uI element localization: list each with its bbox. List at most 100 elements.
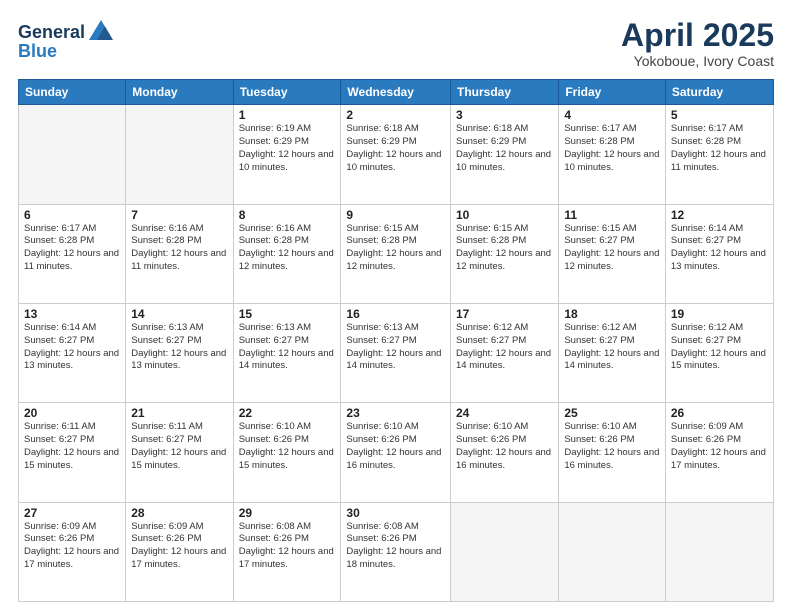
day-info: Sunrise: 6:09 AMSunset: 6:26 PMDaylight:… [671, 421, 768, 472]
day-info: Sunrise: 6:14 AMSunset: 6:27 PMDaylight:… [24, 322, 120, 373]
day-number: 9 [346, 208, 445, 222]
day-info: Sunrise: 6:10 AMSunset: 6:26 PMDaylight:… [346, 421, 445, 472]
calendar-body: 1Sunrise: 6:19 AMSunset: 6:29 PMDaylight… [19, 105, 774, 602]
day-info: Sunrise: 6:16 AMSunset: 6:28 PMDaylight:… [239, 223, 336, 274]
day-cell: 5Sunrise: 6:17 AMSunset: 6:28 PMDaylight… [665, 105, 773, 204]
day-number: 2 [346, 108, 445, 122]
col-tuesday: Tuesday [233, 80, 341, 105]
header: General Blue April 2025 Yokoboue, Ivory … [18, 18, 774, 69]
day-number: 16 [346, 307, 445, 321]
day-number: 1 [239, 108, 336, 122]
day-number: 6 [24, 208, 120, 222]
main-title: April 2025 [621, 18, 774, 53]
day-cell: 30Sunrise: 6:08 AMSunset: 6:26 PMDayligh… [341, 502, 451, 601]
day-info: Sunrise: 6:13 AMSunset: 6:27 PMDaylight:… [131, 322, 227, 373]
day-info: Sunrise: 6:15 AMSunset: 6:28 PMDaylight:… [346, 223, 445, 274]
day-cell: 8Sunrise: 6:16 AMSunset: 6:28 PMDaylight… [233, 204, 341, 303]
day-cell [559, 502, 666, 601]
day-info: Sunrise: 6:15 AMSunset: 6:27 PMDaylight:… [564, 223, 660, 274]
day-number: 8 [239, 208, 336, 222]
day-number: 24 [456, 406, 553, 420]
day-number: 15 [239, 307, 336, 321]
day-cell: 16Sunrise: 6:13 AMSunset: 6:27 PMDayligh… [341, 303, 451, 402]
day-number: 13 [24, 307, 120, 321]
day-cell: 28Sunrise: 6:09 AMSunset: 6:26 PMDayligh… [126, 502, 233, 601]
day-info: Sunrise: 6:18 AMSunset: 6:29 PMDaylight:… [346, 123, 445, 174]
day-cell: 26Sunrise: 6:09 AMSunset: 6:26 PMDayligh… [665, 403, 773, 502]
title-block: April 2025 Yokoboue, Ivory Coast [621, 18, 774, 69]
day-cell: 3Sunrise: 6:18 AMSunset: 6:29 PMDaylight… [451, 105, 559, 204]
day-cell: 4Sunrise: 6:17 AMSunset: 6:28 PMDaylight… [559, 105, 666, 204]
calendar-header: Sunday Monday Tuesday Wednesday Thursday… [19, 80, 774, 105]
day-info: Sunrise: 6:10 AMSunset: 6:26 PMDaylight:… [564, 421, 660, 472]
day-info: Sunrise: 6:09 AMSunset: 6:26 PMDaylight:… [24, 521, 120, 572]
col-thursday: Thursday [451, 80, 559, 105]
day-number: 19 [671, 307, 768, 321]
page: General Blue April 2025 Yokoboue, Ivory … [0, 0, 792, 612]
day-cell [665, 502, 773, 601]
weekday-row: Sunday Monday Tuesday Wednesday Thursday… [19, 80, 774, 105]
day-info: Sunrise: 6:13 AMSunset: 6:27 PMDaylight:… [239, 322, 336, 373]
day-cell: 14Sunrise: 6:13 AMSunset: 6:27 PMDayligh… [126, 303, 233, 402]
day-cell: 18Sunrise: 6:12 AMSunset: 6:27 PMDayligh… [559, 303, 666, 402]
day-cell: 22Sunrise: 6:10 AMSunset: 6:26 PMDayligh… [233, 403, 341, 502]
day-number: 3 [456, 108, 553, 122]
logo-general: General [18, 23, 85, 41]
day-cell: 21Sunrise: 6:11 AMSunset: 6:27 PMDayligh… [126, 403, 233, 502]
day-number: 30 [346, 506, 445, 520]
day-number: 17 [456, 307, 553, 321]
day-info: Sunrise: 6:10 AMSunset: 6:26 PMDaylight:… [239, 421, 336, 472]
col-saturday: Saturday [665, 80, 773, 105]
day-cell: 20Sunrise: 6:11 AMSunset: 6:27 PMDayligh… [19, 403, 126, 502]
day-info: Sunrise: 6:15 AMSunset: 6:28 PMDaylight:… [456, 223, 553, 274]
day-number: 11 [564, 208, 660, 222]
day-info: Sunrise: 6:18 AMSunset: 6:29 PMDaylight:… [456, 123, 553, 174]
col-friday: Friday [559, 80, 666, 105]
day-info: Sunrise: 6:09 AMSunset: 6:26 PMDaylight:… [131, 521, 227, 572]
day-info: Sunrise: 6:19 AMSunset: 6:29 PMDaylight:… [239, 123, 336, 174]
col-sunday: Sunday [19, 80, 126, 105]
day-number: 21 [131, 406, 227, 420]
day-number: 26 [671, 406, 768, 420]
day-cell: 13Sunrise: 6:14 AMSunset: 6:27 PMDayligh… [19, 303, 126, 402]
day-cell [126, 105, 233, 204]
day-number: 18 [564, 307, 660, 321]
day-cell: 17Sunrise: 6:12 AMSunset: 6:27 PMDayligh… [451, 303, 559, 402]
day-cell: 1Sunrise: 6:19 AMSunset: 6:29 PMDaylight… [233, 105, 341, 204]
day-cell: 9Sunrise: 6:15 AMSunset: 6:28 PMDaylight… [341, 204, 451, 303]
week-row-0: 1Sunrise: 6:19 AMSunset: 6:29 PMDaylight… [19, 105, 774, 204]
day-cell: 11Sunrise: 6:15 AMSunset: 6:27 PMDayligh… [559, 204, 666, 303]
week-row-2: 13Sunrise: 6:14 AMSunset: 6:27 PMDayligh… [19, 303, 774, 402]
day-cell: 27Sunrise: 6:09 AMSunset: 6:26 PMDayligh… [19, 502, 126, 601]
day-info: Sunrise: 6:12 AMSunset: 6:27 PMDaylight:… [671, 322, 768, 373]
col-monday: Monday [126, 80, 233, 105]
day-info: Sunrise: 6:14 AMSunset: 6:27 PMDaylight:… [671, 223, 768, 274]
week-row-1: 6Sunrise: 6:17 AMSunset: 6:28 PMDaylight… [19, 204, 774, 303]
day-cell: 15Sunrise: 6:13 AMSunset: 6:27 PMDayligh… [233, 303, 341, 402]
day-cell: 29Sunrise: 6:08 AMSunset: 6:26 PMDayligh… [233, 502, 341, 601]
day-cell: 7Sunrise: 6:16 AMSunset: 6:28 PMDaylight… [126, 204, 233, 303]
day-info: Sunrise: 6:11 AMSunset: 6:27 PMDaylight:… [131, 421, 227, 472]
day-info: Sunrise: 6:13 AMSunset: 6:27 PMDaylight:… [346, 322, 445, 373]
day-cell: 23Sunrise: 6:10 AMSunset: 6:26 PMDayligh… [341, 403, 451, 502]
day-info: Sunrise: 6:11 AMSunset: 6:27 PMDaylight:… [24, 421, 120, 472]
day-info: Sunrise: 6:08 AMSunset: 6:26 PMDaylight:… [346, 521, 445, 572]
day-cell: 24Sunrise: 6:10 AMSunset: 6:26 PMDayligh… [451, 403, 559, 502]
day-number: 23 [346, 406, 445, 420]
day-cell [19, 105, 126, 204]
day-cell: 6Sunrise: 6:17 AMSunset: 6:28 PMDaylight… [19, 204, 126, 303]
subtitle: Yokoboue, Ivory Coast [621, 53, 774, 69]
day-info: Sunrise: 6:17 AMSunset: 6:28 PMDaylight:… [564, 123, 660, 174]
day-number: 12 [671, 208, 768, 222]
day-cell: 25Sunrise: 6:10 AMSunset: 6:26 PMDayligh… [559, 403, 666, 502]
day-number: 4 [564, 108, 660, 122]
day-number: 7 [131, 208, 227, 222]
day-cell: 10Sunrise: 6:15 AMSunset: 6:28 PMDayligh… [451, 204, 559, 303]
day-info: Sunrise: 6:17 AMSunset: 6:28 PMDaylight:… [671, 123, 768, 174]
calendar-table: Sunday Monday Tuesday Wednesday Thursday… [18, 79, 774, 602]
day-cell: 19Sunrise: 6:12 AMSunset: 6:27 PMDayligh… [665, 303, 773, 402]
day-number: 28 [131, 506, 227, 520]
day-cell: 12Sunrise: 6:14 AMSunset: 6:27 PMDayligh… [665, 204, 773, 303]
day-number: 20 [24, 406, 120, 420]
day-number: 14 [131, 307, 227, 321]
